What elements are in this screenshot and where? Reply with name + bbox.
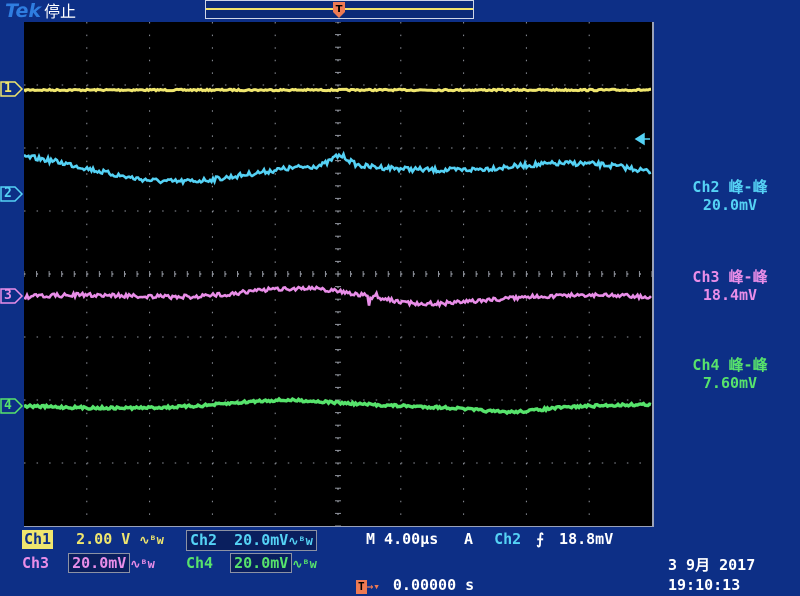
top-status-bar: Tek停止 T T	[0, 0, 800, 48]
ch2-readout-scale: 20.0mV	[234, 531, 289, 549]
ch2-marker-label: 2	[4, 186, 12, 201]
ch2-meas-channel: Ch2	[692, 178, 720, 196]
trigger-position-small-icon: T	[356, 580, 367, 594]
ch3-marker[interactable]: 3	[0, 288, 24, 304]
ch3-coupling-icon: ∿ᴮw	[130, 557, 155, 571]
trigger-mode: A	[464, 530, 474, 548]
ch2-coupling-icon: ∿ᴮw	[288, 534, 313, 548]
ch4-trace	[24, 396, 652, 416]
ch4-coupling-icon: ∿ᴮw	[292, 557, 317, 571]
ch3-trace	[24, 284, 652, 309]
ch4-marker[interactable]: 4	[0, 398, 24, 414]
svg-text:T: T	[336, 4, 343, 15]
bottom-readout: Ch1 2.00 V ∿ᴮw Ch2 20.0mV∿ᴮw M 4.00µs A …	[0, 526, 800, 596]
trigger-slope-icon: ⨍	[536, 530, 545, 548]
timebase-readout[interactable]: M 4.00µs	[366, 530, 438, 549]
ch1-readout[interactable]: Ch1 2.00 V ∿ᴮw	[22, 530, 164, 549]
graticule[interactable]	[24, 22, 654, 527]
ch2-meas-value: 20.0mV	[702, 196, 758, 214]
ch1-readout-scale: 2.00 V	[76, 530, 131, 548]
ch4-readout-scale: 20.0mV	[230, 553, 293, 573]
ch2-readout-label: Ch2	[190, 531, 218, 549]
brand-label: Tek 停止	[5, 0, 76, 22]
ch1-marker-label: 1	[4, 81, 12, 96]
trace-display	[24, 22, 652, 526]
ch2-readout[interactable]: Ch2 20.0mV∿ᴮw	[186, 530, 317, 551]
ch3-readout[interactable]: Ch3 20.0mV ∿ᴮw	[22, 553, 155, 573]
graticule-lines	[24, 22, 652, 526]
ch4-readout[interactable]: Ch4 20.0mV ∿ᴮw	[186, 553, 317, 573]
ch2-trace	[24, 150, 652, 187]
ch1-marker[interactable]: 1	[0, 81, 24, 97]
brand-logo: Tek	[5, 0, 42, 22]
time-readout: 19:10:13	[668, 576, 741, 594]
date-readout: 3 9月 2017	[668, 556, 756, 574]
trigger-readout[interactable]: A Ch2 ⨍ 18.8mV	[464, 530, 613, 549]
ch3-meas-name: 峰-峰	[728, 268, 768, 286]
ch3-readout-label: Ch3	[22, 554, 50, 572]
ch4-meas-value: 7.60mV	[702, 374, 758, 392]
ch2-measurement: Ch2 峰-峰 20.0mV	[660, 178, 800, 214]
ch3-meas-channel: Ch3	[692, 268, 720, 286]
ch3-marker-label: 3	[4, 288, 12, 303]
ch1-readout-label: Ch1	[22, 530, 54, 549]
ch3-readout-scale: 20.0mV	[68, 553, 131, 573]
ch4-measurement: Ch4 峰-峰 7.60mV	[660, 356, 800, 392]
ch1-coupling-icon: ∿ᴮw	[139, 533, 164, 547]
trigger-level-arrow-icon	[634, 132, 650, 146]
ch4-meas-name: 峰-峰	[728, 356, 768, 374]
run-state: 停止	[44, 2, 77, 21]
ch4-readout-label: Ch4	[186, 554, 214, 572]
ch4-meas-channel: Ch4	[692, 356, 720, 374]
horizontal-position-readout[interactable]: T →▾ 0.00000 s	[356, 576, 474, 595]
ch3-measurement: Ch3 峰-峰 18.4mV	[660, 268, 800, 304]
ch1-trace	[24, 87, 652, 93]
trigger-source: Ch2	[494, 530, 522, 548]
ch4-marker-label: 4	[4, 398, 12, 413]
horizontal-position-value: 0.00000 s	[392, 576, 475, 594]
ch2-meas-name: 峰-峰	[728, 178, 768, 196]
oscilloscope-screen: Tek停止 T T 1 2 3 4	[0, 0, 800, 596]
ch3-meas-value: 18.4mV	[702, 286, 758, 304]
position-arrow-icon: →▾	[366, 580, 380, 593]
trigger-level: 18.8mV	[559, 530, 614, 548]
ch2-marker[interactable]: 2	[0, 186, 24, 202]
